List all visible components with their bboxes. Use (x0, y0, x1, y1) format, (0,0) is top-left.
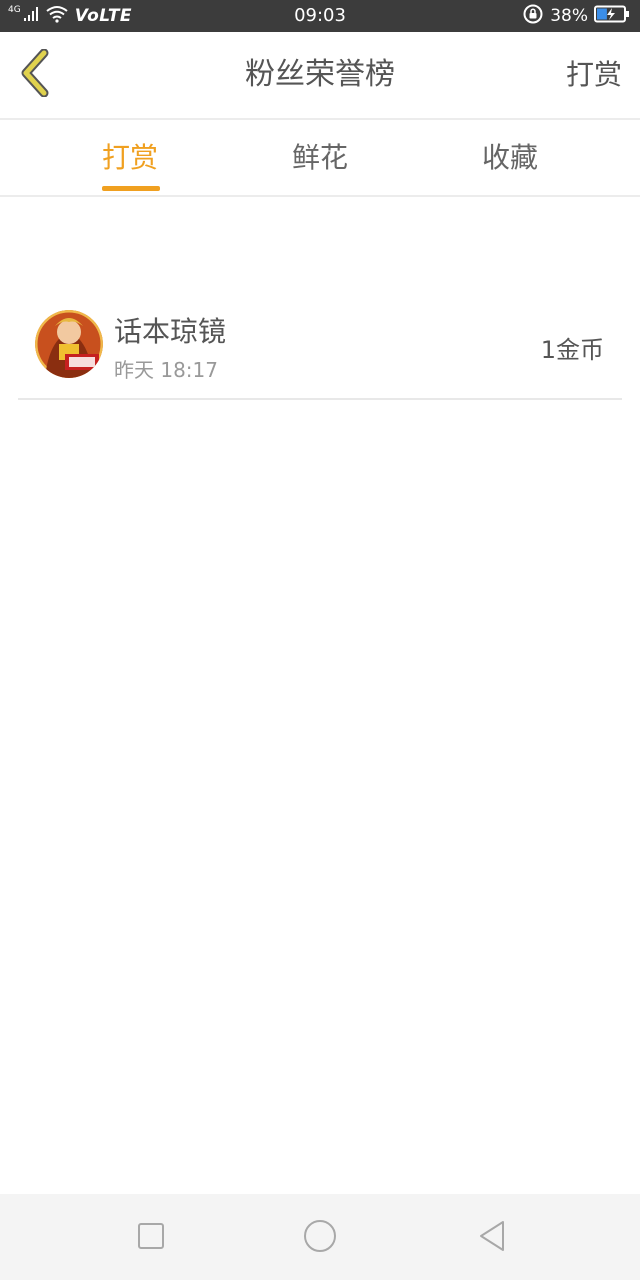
tab-flowers[interactable]: 鲜花 (250, 120, 390, 195)
reward-amount: 1金币 (540, 336, 604, 364)
reward-action-button[interactable]: 打赏 (566, 32, 622, 118)
reward-time: 昨天 18:17 (114, 358, 218, 382)
list-item[interactable]: 话本琼镜 昨天 18:17 1金币 (18, 300, 622, 400)
system-nav-bar (0, 1194, 640, 1280)
recents-button[interactable] (129, 1216, 173, 1260)
back-button[interactable] (10, 48, 60, 101)
active-tab-indicator (102, 186, 160, 191)
chevron-left-icon (18, 48, 52, 101)
back-triangle-icon (477, 1220, 507, 1256)
page-title: 粉丝荣誉榜 (245, 57, 395, 92)
tab-label: 鲜花 (291, 141, 348, 174)
home-button[interactable] (298, 1216, 342, 1260)
header: 粉丝荣誉榜 打赏 (0, 32, 640, 120)
back-nav-button[interactable] (470, 1216, 514, 1260)
tab-reward[interactable]: 打赏 (60, 120, 200, 195)
home-circle-icon (303, 1219, 337, 1257)
rotation-lock-icon (522, 3, 544, 29)
recents-square-icon (137, 1222, 165, 1254)
tab-label: 收藏 (481, 141, 538, 174)
screen: 4G VoLTE 09:03 38% 粉丝荣誉榜 打赏 打赏 鲜花 收藏 话本琼… (0, 0, 640, 1280)
tab-label: 打赏 (101, 141, 158, 174)
tab-bar: 打赏 鲜花 收藏 (0, 120, 640, 197)
user-name: 话本琼镜 (114, 315, 227, 348)
tab-favorites[interactable]: 收藏 (440, 120, 580, 195)
status-right: 38% (522, 0, 630, 32)
avatar[interactable] (35, 310, 103, 378)
status-bar: 4G VoLTE 09:03 38% (0, 0, 640, 32)
battery-percent: 38% (550, 6, 588, 26)
battery-charging-icon (594, 5, 630, 27)
